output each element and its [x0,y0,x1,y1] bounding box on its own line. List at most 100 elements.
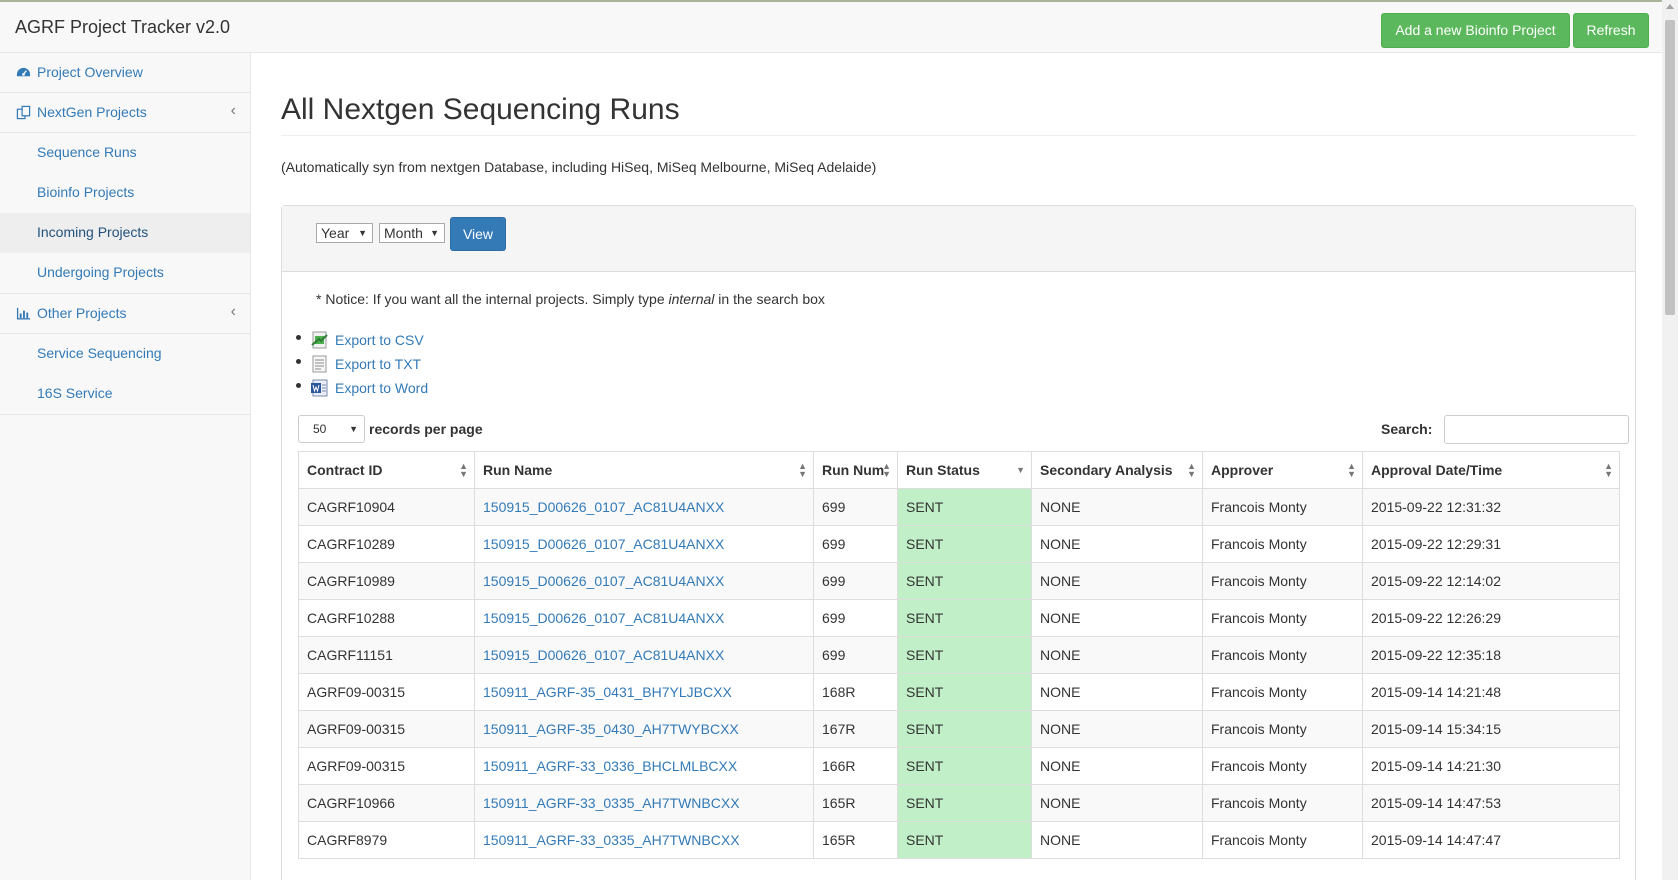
run-name-link[interactable]: 150911_AGRF-33_0336_BHCLMLBCXX [483,758,737,774]
sidebar-item-label: Service Sequencing [37,345,162,361]
refresh-button[interactable]: Refresh [1573,13,1649,48]
table-header-row: Contract ID ▲ ▼ Run Name ▲ ▼ Run Num ▲ ▼ Run S… [298,451,1620,489]
approval-datetime-cell: 2015-09-14 14:21:48 [1362,673,1620,711]
notice-suffix: in the search box [714,291,825,307]
secondary-analysis-cell: NONE [1031,636,1203,674]
approval-datetime-cell: 2015-09-22 12:29:31 [1362,525,1620,563]
run-num-cell: 165R [813,784,898,822]
list-bullet [296,335,301,340]
run-num-cell: 166R [813,747,898,785]
run-status-cell: SENT [897,525,1032,563]
view-button[interactable]: View [450,217,506,251]
run-name-link[interactable]: 150911_AGRF-35_0431_BH7YLJBCXX [483,684,732,700]
table-row: AGRF09-00315 150911_AGRF-35_0430_AH7TWYBC… [298,710,1620,748]
secondary-analysis-cell: NONE [1031,562,1203,600]
table-row: CAGRF10989 150915_D00626_0107_AC81U4ANXX 6… [298,562,1620,600]
records-per-page-label: records per page [369,421,483,437]
sidebar-item-incoming-projects[interactable]: Incoming Projects [0,213,250,253]
column-header-contract-id[interactable]: Contract ID ▲ ▼ [298,451,475,489]
sidebar-item-nextgen-projects[interactable]: NextGen Projects ‹ [0,93,250,133]
column-header-label: Approval Date/Time [1371,462,1503,478]
approval-datetime-cell: 2015-09-22 12:26:29 [1362,599,1620,637]
run-status-cell: SENT [897,710,1032,748]
column-header-run-status[interactable]: Run Status ▼ [897,451,1032,489]
notice-text: * Notice: If you want all the internal p… [316,291,825,307]
table-row: CAGRF10288 150915_D00626_0107_AC81U4ANXX 6… [298,599,1620,637]
run-name-link[interactable]: 150915_D00626_0107_AC81U4ANXX [483,610,724,626]
approver-cell: Francois Monty [1202,784,1363,822]
sidebar-item-service-sequencing[interactable]: Service Sequencing [0,334,250,374]
run-name-cell: 150911_AGRF-33_0335_AH7TWNBCXX [474,821,814,859]
run-num-cell: 699 [813,562,898,600]
sidebar-divider [0,414,250,415]
table-row: CAGRF10904 150915_D00626_0107_AC81U4ANXX 6… [298,488,1620,526]
secondary-analysis-cell: NONE [1031,784,1203,822]
run-name-link[interactable]: 150915_D00626_0107_AC81U4ANXX [483,647,724,663]
column-header-label: Run Status [906,462,980,478]
run-status-cell: SENT [897,784,1032,822]
run-name-link[interactable]: 150915_D00626_0107_AC81U4ANXX [483,573,724,589]
run-status-cell: SENT [897,673,1032,711]
scroll-up-arrow-icon[interactable] [1666,4,1674,9]
column-header-label: Run Num [822,462,885,478]
chevron-left-icon: ‹ [230,102,236,119]
run-name-link[interactable]: 150911_AGRF-35_0430_AH7TWYBCXX [483,721,739,737]
run-name-link[interactable]: 150915_D00626_0107_AC81U4ANXX [483,499,724,515]
approver-cell: Francois Monty [1202,673,1363,711]
run-num-cell: 699 [813,488,898,526]
sidebar-item-bioinfo-projects[interactable]: Bioinfo Projects [0,173,250,213]
sidebar-item-label: Bioinfo Projects [37,184,135,200]
sidebar-item-sequence-runs[interactable]: Sequence Runs [0,133,250,173]
page-subtitle: (Automatically syn from nextgen Database… [281,159,877,175]
export-txt-link[interactable]: Export to TXT [335,356,421,372]
run-status-cell: SENT [897,747,1032,785]
vertical-scrollbar[interactable] [1662,0,1678,880]
secondary-analysis-cell: NONE [1031,710,1203,748]
approver-cell: Francois Monty [1202,599,1363,637]
run-name-link[interactable]: 150911_AGRF-33_0335_AH7TWNBCXX [483,795,740,811]
page-length-select[interactable]: 50 ▼ [298,415,365,443]
run-name-link[interactable]: 150915_D00626_0107_AC81U4ANXX [483,536,724,552]
year-select[interactable]: Year ▼ [316,223,373,243]
search-label: Search: [1381,421,1433,437]
main-content: All Nextgen Sequencing Runs (Automatical… [251,53,1662,880]
search-input[interactable] [1444,415,1629,444]
sort-icon: ▲ ▼ [1347,461,1356,479]
runs-panel: Year ▼ Month ▼ View * Notice: If you wan… [281,205,1636,880]
approver-cell: Francois Monty [1202,636,1363,674]
column-header-secondary-analysis[interactable]: Secondary Analysis ▲ ▼ [1031,451,1203,489]
run-name-cell: 150915_D00626_0107_AC81U4ANXX [474,636,814,674]
table-row: CAGRF8979 150911_AGRF-33_0335_AH7TWNBCXX 1… [298,821,1620,859]
run-name-cell: 150915_D00626_0107_AC81U4ANXX [474,562,814,600]
run-status-cell: SENT [897,636,1032,674]
run-num-cell: 168R [813,673,898,711]
column-header-label: Secondary Analysis [1040,462,1173,478]
column-header-run-name[interactable]: Run Name ▲ ▼ [474,451,814,489]
contract-id-cell: CAGRF10966 [298,784,475,822]
scrollbar-thumb[interactable] [1665,20,1675,315]
contract-id-cell: CAGRF10289 [298,525,475,563]
add-bioinfo-project-button[interactable]: Add a new Bioinfo Project [1381,13,1570,48]
export-word-link[interactable]: Export to Word [335,380,428,396]
run-name-link[interactable]: 150911_AGRF-33_0335_AH7TWNBCXX [483,832,740,848]
approver-cell: Francois Monty [1202,710,1363,748]
contract-id-cell: CAGRF10904 [298,488,475,526]
sidebar-item-project-overview[interactable]: Project Overview [0,53,250,93]
contract-id-cell: AGRF09-00315 [298,710,475,748]
column-header-label: Run Name [483,462,553,478]
sidebar-item-16s-service[interactable]: 16S Service [0,374,250,414]
sidebar-item-other-projects[interactable]: Other Projects ‹ [0,294,250,334]
csv-file-icon [311,331,328,349]
sort-icon: ▲ ▼ [1187,461,1196,479]
app-brand[interactable]: AGRF Project Tracker v2.0 [15,17,230,38]
column-header-run-num[interactable]: Run Num ▲ ▼ [813,451,898,489]
sidebar-item-undergoing-projects[interactable]: Undergoing Projects [0,253,250,293]
column-header-approval-datetime[interactable]: Approval Date/Time ▲ ▼ [1362,451,1620,489]
export-csv-link[interactable]: Export to CSV [335,332,424,348]
table-row: AGRF09-00315 150911_AGRF-35_0431_BH7YLJBC… [298,673,1620,711]
table-row: CAGRF10289 150915_D00626_0107_AC81U4ANXX 6… [298,525,1620,563]
contract-id-cell: CAGRF10288 [298,599,475,637]
column-header-approver[interactable]: Approver ▲ ▼ [1202,451,1363,489]
sidebar-item-label: Incoming Projects [37,224,149,240]
month-select[interactable]: Month ▼ [379,223,445,243]
